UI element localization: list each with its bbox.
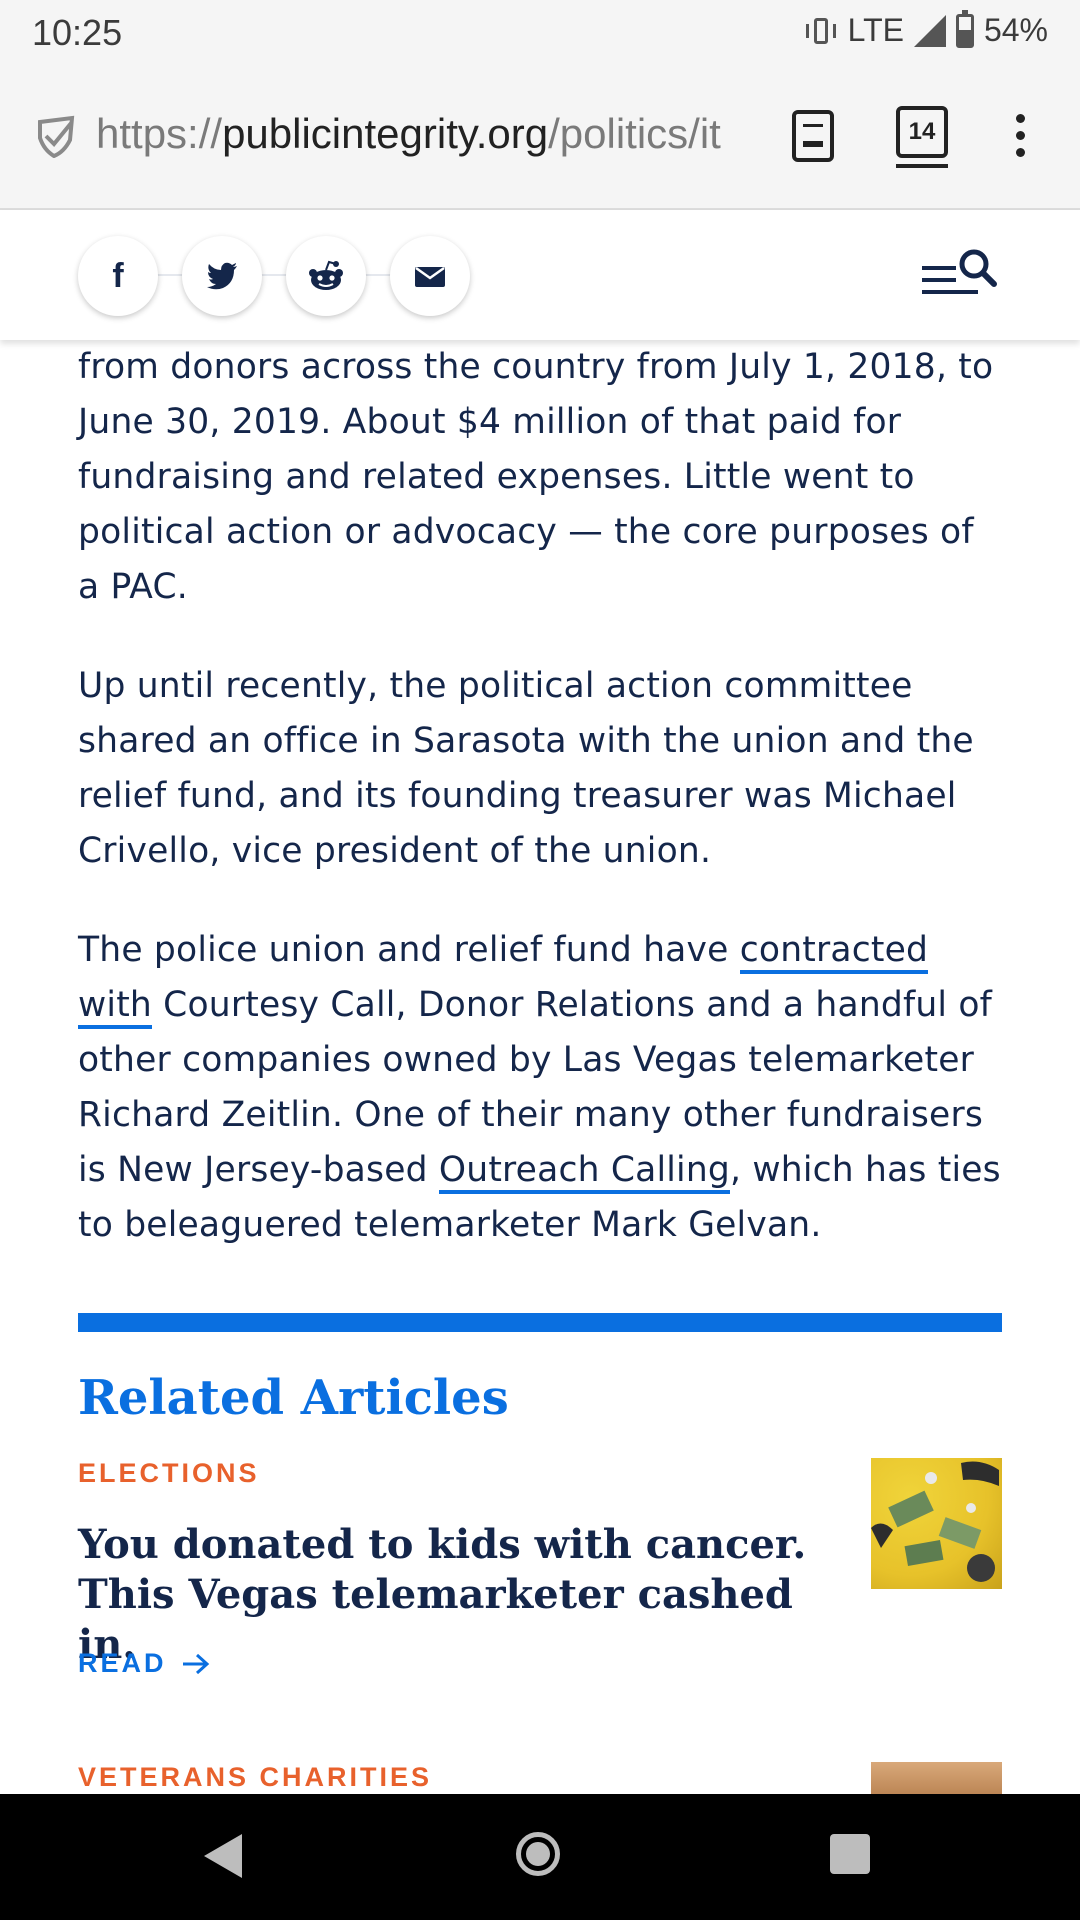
section-divider: [78, 1313, 1002, 1332]
battery-icon: [955, 9, 974, 48]
url-host: publicintegrity.org: [222, 110, 549, 157]
article-paragraph: Up until recently, the political action …: [78, 666, 974, 871]
read-link[interactable]: READ: [78, 1648, 211, 1679]
reader-mode-icon[interactable]: [792, 110, 834, 162]
reddit-share-button[interactable]: [286, 236, 366, 316]
menu-line: [922, 266, 956, 270]
share-bar: f: [0, 210, 1080, 340]
vibrate-icon: [804, 14, 838, 48]
arrow-right-icon: [182, 1653, 209, 1674]
back-icon[interactable]: [204, 1834, 242, 1878]
status-bar: 10:25 LTE 54%: [0, 0, 1080, 64]
status-indicators: LTE 54%: [804, 9, 1048, 49]
url-field[interactable]: https://publicintegrity.org/politics/it: [96, 110, 756, 158]
menu-line: [922, 290, 978, 294]
overflow-menu-icon[interactable]: [1016, 114, 1026, 160]
url-scheme: https://: [96, 110, 223, 157]
outreach-calling-link[interactable]: Outreach Calling: [438, 1150, 730, 1194]
tab-switcher-button[interactable]: 14: [896, 106, 948, 158]
network-type: LTE: [847, 12, 904, 48]
search-icon: [959, 249, 997, 287]
menu-search-button[interactable]: [920, 244, 1000, 300]
tab-switcher-underline: [896, 164, 948, 168]
home-icon[interactable]: [516, 1832, 560, 1876]
twitter-icon: [207, 262, 237, 290]
article-paragraph: from donors across the country from July…: [78, 347, 994, 607]
email-icon: [415, 266, 445, 287]
money-collage-image: [871, 1461, 999, 1582]
url-path: /politics/it: [548, 110, 721, 157]
menu-line: [922, 278, 956, 282]
paragraph-text: The police union and relief fund have: [78, 930, 740, 970]
site-security-icon[interactable]: [34, 114, 78, 158]
recent-apps-icon[interactable]: [830, 1834, 870, 1874]
article-category[interactable]: ELECTIONS: [78, 1458, 1002, 1489]
facebook-icon: f: [112, 256, 124, 295]
article-paragraph: The police union and relief fund have co…: [78, 923, 1002, 1253]
status-time: 10:25: [32, 12, 123, 53]
email-share-button[interactable]: [390, 236, 470, 316]
battery-percent: 54%: [983, 12, 1048, 48]
related-articles-heading: Related Articles: [78, 1370, 509, 1426]
system-nav-bar: [0, 1794, 1080, 1920]
reddit-icon: [309, 260, 343, 290]
related-article-card[interactable]: VETERANS CHARITIES: [78, 1762, 1002, 1802]
signal-icon: [913, 14, 946, 47]
article-category[interactable]: VETERANS CHARITIES: [78, 1762, 1002, 1793]
twitter-share-button[interactable]: [182, 236, 262, 316]
browser-toolbar: https://publicintegrity.org/politics/it …: [0, 64, 1080, 210]
related-article-card[interactable]: ELECTIONS You donated to kids with cance…: [78, 1458, 1002, 1678]
facebook-share-button[interactable]: f: [78, 236, 158, 316]
read-label: READ: [78, 1648, 167, 1678]
article-thumbnail[interactable]: [871, 1458, 1002, 1589]
article-body: from donors across the country from July…: [78, 340, 1002, 1297]
